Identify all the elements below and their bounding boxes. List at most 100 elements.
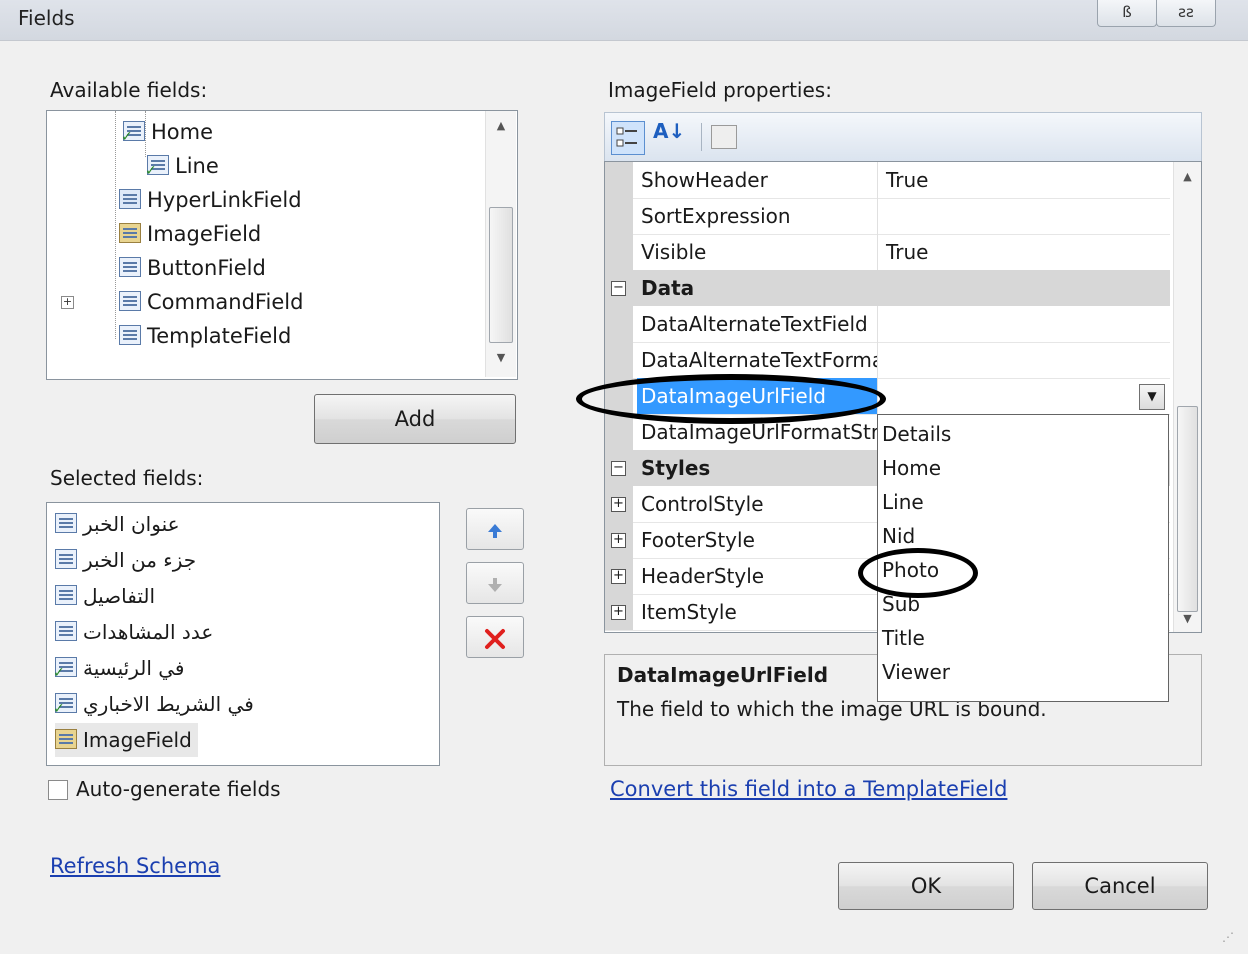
dropdown-option[interactable]: Home [882, 451, 941, 485]
list-item[interactable]: جزء من الخبر [55, 543, 196, 577]
tree-item-hyperlinkfield[interactable]: HyperLinkField [119, 183, 302, 217]
tree-item-label: ImageField [147, 222, 262, 246]
tree-line [115, 111, 116, 339]
properties-toolbar: A↓ [604, 112, 1202, 162]
selected-fields-label: Selected fields: [50, 466, 204, 490]
dropdown-arrow-icon[interactable]: ▼ [1139, 384, 1165, 410]
property-row[interactable]: DataAlternateTextFormat [605, 342, 1170, 379]
list-item[interactable]: عدد المشاهدات [55, 615, 213, 649]
property-name: SortExpression [641, 204, 791, 228]
property-value[interactable] [877, 198, 1176, 234]
property-scrollbar[interactable]: ▲ ▼ [1173, 162, 1201, 632]
highlight-ellipse-photo [858, 548, 978, 598]
delete-button[interactable] [466, 616, 524, 658]
tree-item-line[interactable]: Line [145, 149, 219, 183]
property-row[interactable]: SortExpression [605, 198, 1170, 235]
property-value[interactable]: True [877, 234, 1176, 270]
category-label: Data [641, 276, 695, 300]
minimize-button[interactable]: ß [1097, 0, 1157, 27]
scroll-up-icon[interactable]: ▲ [1174, 166, 1201, 188]
list-item-label: عنوان الخبر [83, 512, 180, 536]
window-title: Fields [18, 6, 75, 30]
list-item-label: عدد المشاهدات [83, 620, 214, 644]
list-item[interactable]: عنوان الخبر [55, 507, 180, 541]
cancel-button[interactable]: Cancel [1032, 862, 1208, 910]
dropdown-option[interactable]: Details [882, 417, 951, 451]
list-item-label: في الشريط الاخباري [83, 692, 254, 716]
bound-field-icon [55, 549, 77, 569]
scroll-down-icon[interactable]: ▼ [1174, 608, 1201, 630]
expand-icon[interactable]: + [61, 296, 74, 309]
dropdown-option[interactable]: Title [882, 621, 925, 655]
tree-item-label: Line [175, 154, 219, 178]
tree-item-buttonfield[interactable]: ButtonField [119, 251, 266, 285]
available-fields-label: Available fields: [50, 78, 208, 102]
resize-grip-icon[interactable]: ⋰ [1222, 930, 1238, 946]
selected-fields-list[interactable]: عنوان الخبر جزء من الخبر التفاصيل عدد ال… [46, 502, 440, 766]
dropdown-option[interactable]: Line [882, 485, 924, 519]
tree-item-label: CommandField [147, 290, 304, 314]
property-pages-icon[interactable] [711, 125, 737, 149]
list-item[interactable]: التفاصيل [55, 579, 155, 613]
property-name: ControlStyle [641, 492, 764, 516]
collapse-icon[interactable]: − [611, 281, 626, 296]
refresh-schema-link[interactable]: Refresh Schema [50, 854, 220, 878]
list-item-selected[interactable]: ImageField [55, 723, 198, 757]
tree-item-label: ButtonField [147, 256, 266, 280]
red-x-delete-icon [485, 628, 505, 649]
collapse-icon[interactable]: − [611, 461, 626, 476]
move-up-button[interactable] [466, 508, 524, 550]
ok-button[interactable]: OK [838, 862, 1014, 910]
restore-button[interactable]: ƨƨ [1156, 0, 1216, 27]
tree-item-home[interactable]: Home [121, 115, 213, 149]
list-item-label: ImageField [83, 728, 192, 752]
command-field-icon [119, 291, 141, 311]
property-name: Visible [641, 240, 707, 264]
property-value[interactable]: True [877, 162, 1176, 198]
scroll-thumb[interactable] [489, 207, 513, 343]
property-row[interactable]: ShowHeader True [605, 162, 1170, 199]
scroll-thumb[interactable] [1177, 406, 1198, 612]
available-scrollbar[interactable]: ▲ ▼ [485, 111, 516, 377]
tree-item-label: TemplateField [147, 324, 292, 348]
image-field-icon [119, 223, 141, 243]
property-value[interactable] [877, 378, 1176, 414]
categorized-button[interactable] [611, 121, 645, 155]
list-item-label: في الرئيسية [83, 656, 185, 680]
scroll-down-icon[interactable]: ▼ [486, 347, 516, 369]
category-data[interactable]: − Data [605, 270, 1170, 306]
alphabetical-icon[interactable]: A↓ [653, 119, 685, 143]
highlight-ellipse-field [576, 374, 886, 424]
dropdown-option[interactable]: Viewer [882, 655, 950, 689]
up-arrow-icon [488, 523, 502, 538]
categorized-icon [616, 127, 637, 147]
add-button[interactable]: Add [314, 394, 516, 444]
list-item[interactable]: في الرئيسية [53, 651, 185, 685]
property-value[interactable] [877, 306, 1176, 342]
hyperlink-field-icon [119, 189, 141, 209]
tree-item-commandfield[interactable]: CommandField [119, 285, 303, 319]
autogen-checkbox[interactable] [48, 780, 68, 800]
list-item[interactable]: في الشريط الاخباري [53, 687, 254, 721]
expand-icon[interactable]: + [611, 569, 626, 584]
available-fields-tree[interactable]: Home Line HyperLinkField ImageField Butt… [46, 110, 518, 380]
image-field-icon [55, 729, 77, 749]
properties-label: ImageField properties: [608, 78, 832, 102]
bound-field-icon [55, 513, 77, 533]
checkbox-field-icon [53, 657, 77, 680]
property-row[interactable]: Visible True [605, 234, 1170, 271]
list-item-label: التفاصيل [83, 584, 156, 608]
tree-item-label: HyperLinkField [147, 188, 302, 212]
tree-item-imagefield[interactable]: ImageField [119, 217, 261, 251]
scroll-up-icon[interactable]: ▲ [486, 115, 516, 137]
tree-item-templatefield[interactable]: TemplateField [119, 319, 291, 353]
convert-templatefield-link[interactable]: Convert this field into a TemplateField [610, 777, 1007, 801]
move-down-button[interactable] [466, 562, 524, 604]
expand-icon[interactable]: + [611, 497, 626, 512]
property-name: DataAlternateTextField [641, 312, 868, 336]
property-row[interactable]: DataAlternateTextField [605, 306, 1170, 343]
expand-icon[interactable]: + [611, 533, 626, 548]
property-value[interactable] [877, 342, 1176, 378]
expand-icon[interactable]: + [611, 605, 626, 620]
property-name: HeaderStyle [641, 564, 765, 588]
